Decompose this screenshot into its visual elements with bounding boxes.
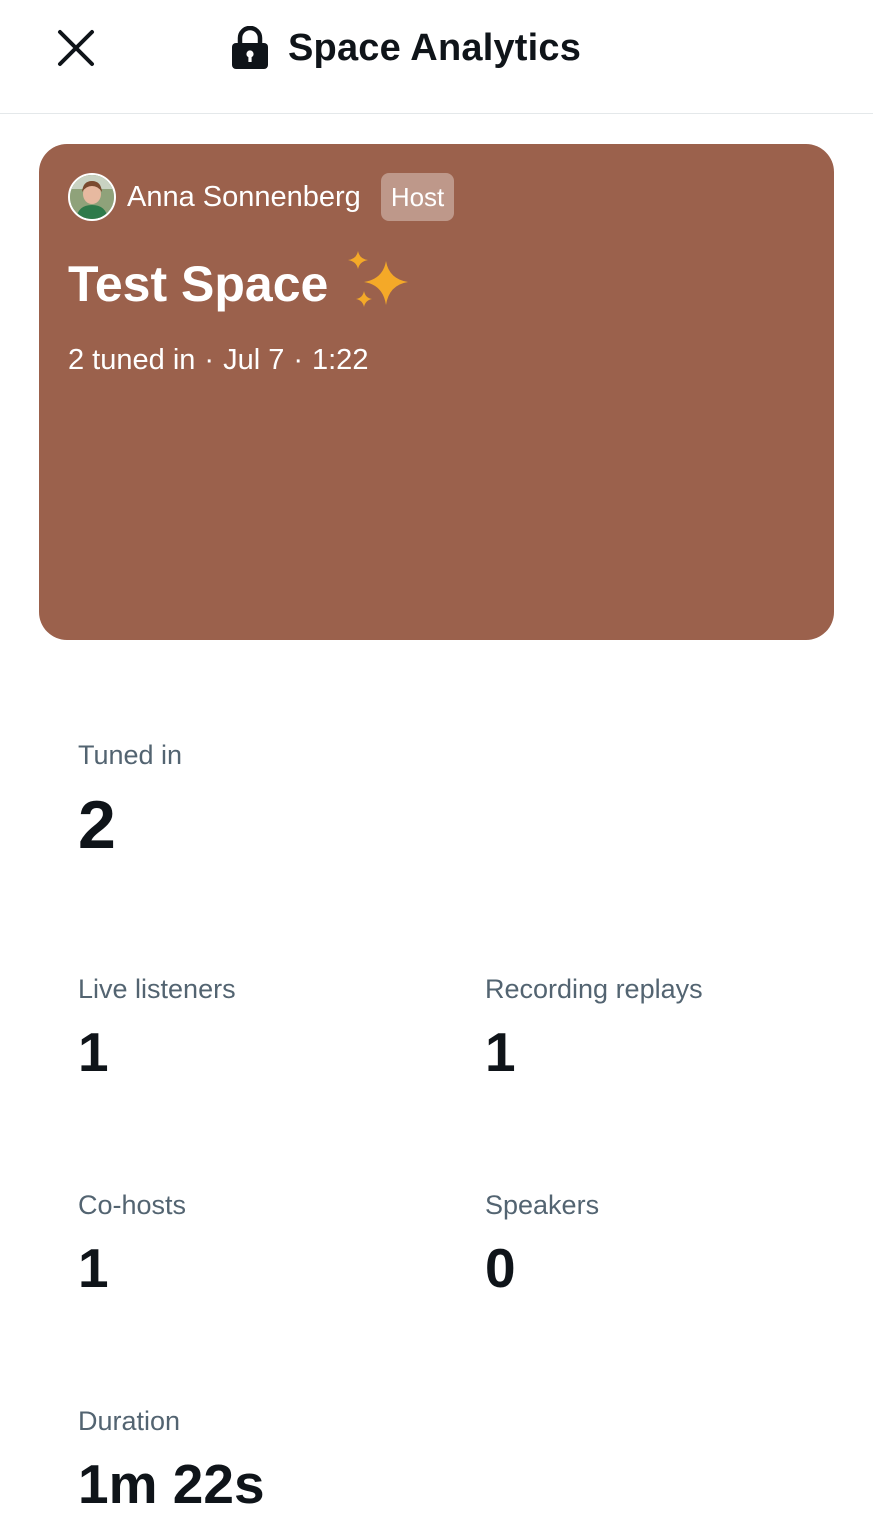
space-time: 1:22 xyxy=(312,344,369,376)
stat-value: 1 xyxy=(78,1237,109,1299)
page-title: Space Analytics xyxy=(288,26,582,69)
space-date: Jul 7 xyxy=(223,344,285,376)
lock-icon xyxy=(230,26,270,70)
close-button[interactable] xyxy=(50,22,102,74)
stat-value: 1m 22s xyxy=(78,1453,265,1515)
stat-speakers: Speakers 0 xyxy=(485,1190,599,1296)
stat-value: 1 xyxy=(485,1021,516,1083)
sparkles-icon xyxy=(344,249,414,319)
stat-label: Speakers xyxy=(485,1190,600,1220)
stat-label: Duration xyxy=(78,1406,181,1436)
close-icon xyxy=(56,28,96,68)
stat-live-listeners: Live listeners 1 xyxy=(78,974,236,1080)
meta-separator: · xyxy=(204,344,215,376)
space-meta: 2 tuned in · Jul 7 · 1:22 xyxy=(68,344,368,377)
stat-duration: Duration 1m 22s xyxy=(78,1406,265,1512)
stat-label: Co-hosts xyxy=(78,1190,187,1220)
host-name[interactable]: Anna Sonnenberg xyxy=(127,181,361,214)
space-title: Test Space xyxy=(68,256,329,312)
stat-label: Tuned in xyxy=(78,740,183,770)
stat-label: Live listeners xyxy=(78,974,236,1004)
space-card[interactable]: Anna Sonnenberg Host Test Space 2 tuned … xyxy=(39,144,834,640)
meta-separator: · xyxy=(293,344,303,376)
stat-value: 1 xyxy=(78,1021,109,1083)
host-row: Anna Sonnenberg Host xyxy=(68,173,455,221)
stat-value: 2 xyxy=(78,787,116,863)
space-title-row: Test Space xyxy=(68,249,414,319)
tuned-in-count: 2 tuned in xyxy=(68,344,196,376)
stat-value: 0 xyxy=(485,1237,516,1299)
host-badge: Host xyxy=(380,173,455,221)
stat-co-hosts: Co-hosts 1 xyxy=(78,1190,186,1296)
top-bar: Space Analytics xyxy=(0,0,873,114)
avatar[interactable] xyxy=(68,173,116,221)
stat-label: Recording replays xyxy=(485,974,703,1004)
stat-recording-replays: Recording replays 1 xyxy=(485,974,703,1080)
stat-tuned-in: Tuned in 2 xyxy=(78,740,182,859)
header-title-group: Space Analytics xyxy=(230,22,581,74)
